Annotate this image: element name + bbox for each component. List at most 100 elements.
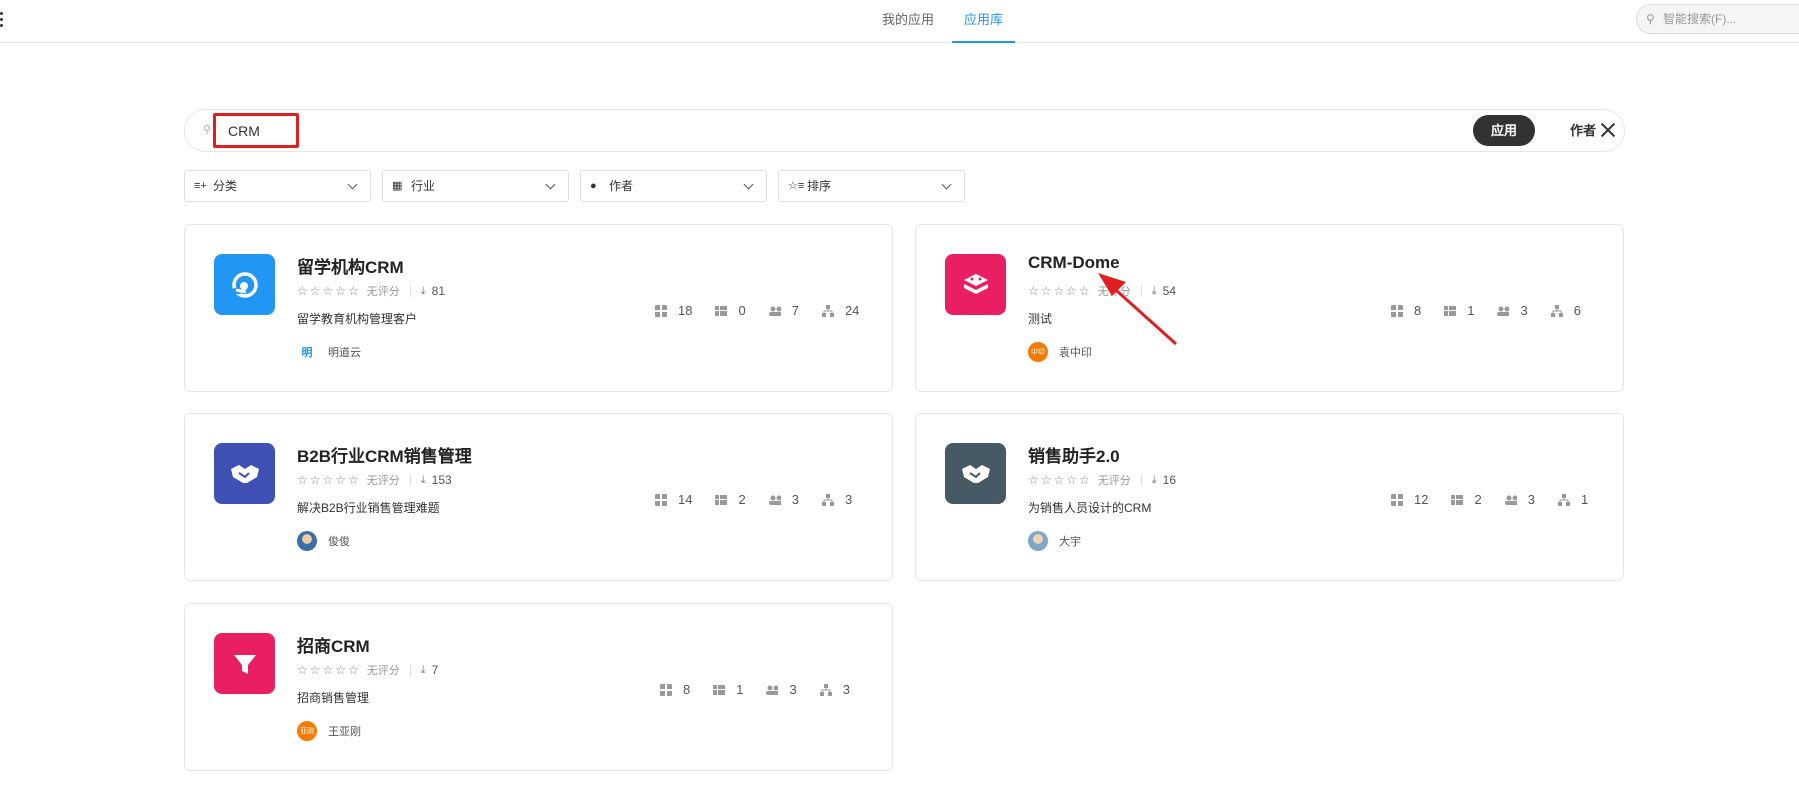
roles-count: 3 <box>1527 492 1535 507</box>
rating-text: 无评分 <box>366 286 400 298</box>
app-card[interactable]: B2B行业CRM销售管理 ☆☆☆☆☆ 无评分 ⤓ 153 解决B2B行业销售管理… <box>184 413 893 581</box>
app-card[interactable]: 留学机构CRM ☆☆☆☆☆ 无评分 ⤓ 81 留学教育机构管理客户 明 明道云 … <box>184 224 893 392</box>
worksheet-count: 14 <box>678 492 693 507</box>
top-bar: 我的应用 应用库 ⚲ 智能搜索(F)... <box>0 0 1799 43</box>
app-card[interactable]: 销售助手2.0 ☆☆☆☆☆ 无评分 ⤓ 16 为销售人员设计的CRM 大宇 12… <box>915 413 1624 581</box>
roles-icon <box>768 305 781 317</box>
chat-support-icon <box>214 254 275 315</box>
avatar <box>297 531 317 551</box>
app-description: 为销售人员设计的CRM <box>1028 501 1152 515</box>
filter-label: 排序 <box>807 179 832 193</box>
smart-search-input[interactable]: ⚲ 智能搜索(F)... <box>1636 4 1799 34</box>
workflow-icon <box>821 304 834 317</box>
app-title[interactable]: 留学机构CRM <box>297 253 404 278</box>
app-description: 测试 <box>1028 312 1053 326</box>
view-count: 1 <box>1467 303 1475 318</box>
more-menu-icon[interactable] <box>0 12 4 30</box>
app-search-input[interactable] <box>213 113 299 148</box>
chevron-down-icon <box>545 179 556 190</box>
workflow-count: 1 <box>1580 492 1589 507</box>
app-meta: ☆☆☆☆☆ 无评分 ⤓ 54 <box>1028 283 1176 299</box>
workflow-count: 24 <box>844 303 860 318</box>
workflow-icon <box>819 683 832 696</box>
filter-industry-dropdown[interactable]: ▦ 行业 <box>382 170 569 202</box>
filter-label: 作者 <box>609 179 634 193</box>
app-card[interactable]: 招商CRM ☆☆☆☆☆ 无评分 ⤓ 7 招商销售管理 亚刚 王亚刚 8 1 3 … <box>184 603 893 771</box>
worksheet-icon <box>660 683 672 696</box>
app-title[interactable]: CRM-Dome <box>1028 253 1120 273</box>
app-author[interactable]: 大宇 <box>1028 531 1081 551</box>
app-meta: ☆☆☆☆☆ 无评分 ⤓ 7 <box>297 662 438 678</box>
roles-count: 7 <box>791 303 799 318</box>
rating-text: 无评分 <box>366 665 400 677</box>
sort-icon: ☆≡ <box>788 180 805 192</box>
industry-icon: ▦ <box>392 180 403 192</box>
view-count: 2 <box>1474 492 1482 507</box>
roles-icon <box>1504 494 1517 506</box>
app-stats: 8 1 3 6 <box>1391 303 1604 318</box>
view-count: 2 <box>738 492 746 507</box>
app-description: 招商销售管理 <box>297 691 370 705</box>
download-count: 153 <box>431 473 452 487</box>
app-card[interactable]: CRM-Dome ☆☆☆☆☆ 无评分 ⤓ 54 测试 中印 袁中印 8 1 3 … <box>915 224 1624 392</box>
app-description: 解决B2B行业销售管理难题 <box>297 501 440 515</box>
filter-author-dropdown[interactable]: ● 作者 <box>580 170 767 202</box>
search-icon: ⚲ <box>203 124 212 136</box>
avatar <box>1028 531 1048 551</box>
download-count: 7 <box>431 663 439 677</box>
rating-stars-icon: ☆☆☆☆☆ <box>297 473 361 487</box>
app-author[interactable]: 中印 袁中印 <box>1028 342 1092 362</box>
app-title[interactable]: B2B行业CRM销售管理 <box>297 442 472 467</box>
tab-app-library[interactable]: 应用库 <box>952 0 1016 43</box>
app-stats: 12 2 3 1 <box>1391 492 1611 507</box>
chevron-down-icon <box>347 179 358 190</box>
roles-count: 3 <box>789 682 797 697</box>
filter-label: 行业 <box>411 179 436 193</box>
rating-stars-icon: ☆☆☆☆☆ <box>1028 473 1092 487</box>
view-icon <box>1451 494 1464 506</box>
worksheet-icon <box>1391 493 1403 506</box>
worksheet-count: 8 <box>683 682 691 697</box>
avatar: 中印 <box>1028 342 1048 362</box>
app-title[interactable]: 招商CRM <box>297 632 370 657</box>
rating-stars-icon: ☆☆☆☆☆ <box>297 284 361 298</box>
workflow-icon <box>1550 304 1563 317</box>
app-search-bar: ⚲ 应用 作者 <box>184 109 1625 152</box>
view-icon <box>715 305 728 317</box>
view-count: 1 <box>736 682 744 697</box>
segment-app-button[interactable]: 应用 <box>1473 115 1535 146</box>
workflow-count: 6 <box>1573 303 1581 318</box>
download-count: 81 <box>431 284 446 298</box>
filter-sort-dropdown[interactable]: ☆≡ 排序 <box>778 170 965 202</box>
app-stats: 14 2 3 3 <box>655 492 875 507</box>
app-meta: ☆☆☆☆☆ 无评分 ⤓ 81 <box>297 283 445 299</box>
author-name: 袁中印 <box>1059 347 1092 359</box>
workflow-icon <box>1557 493 1570 506</box>
segment-author-button[interactable]: 作者 <box>1558 115 1608 146</box>
author-name: 明道云 <box>328 347 361 359</box>
download-icon: ⤓ <box>420 284 426 297</box>
app-title[interactable]: 销售助手2.0 <box>1028 442 1120 467</box>
funnel-icon <box>214 633 275 694</box>
app-stats: 8 1 3 3 <box>660 682 873 697</box>
worksheet-icon <box>655 493 667 506</box>
view-icon <box>1444 305 1457 317</box>
app-author[interactable]: 俊俊 <box>297 531 350 551</box>
view-icon <box>713 684 726 696</box>
tab-my-apps[interactable]: 我的应用 <box>870 0 946 43</box>
app-stats: 18 0 7 24 <box>655 303 882 318</box>
workflow-icon <box>821 493 834 506</box>
app-description: 留学教育机构管理客户 <box>297 312 418 326</box>
author-name: 大宇 <box>1059 536 1081 548</box>
roles-icon <box>1497 305 1510 317</box>
smart-search-placeholder: 智能搜索(F)... <box>1663 12 1737 26</box>
download-icon: ⤓ <box>420 473 426 486</box>
download-icon: ⤓ <box>1151 473 1157 486</box>
app-author[interactable]: 亚刚 王亚刚 <box>297 721 361 741</box>
category-icon: ≡+ <box>194 180 207 192</box>
app-author[interactable]: 明 明道云 <box>297 342 361 362</box>
handshake-icon <box>945 443 1006 504</box>
chevron-down-icon <box>743 179 754 190</box>
roles-count: 3 <box>791 492 799 507</box>
filter-category-dropdown[interactable]: ≡+ 分类 <box>184 170 371 202</box>
